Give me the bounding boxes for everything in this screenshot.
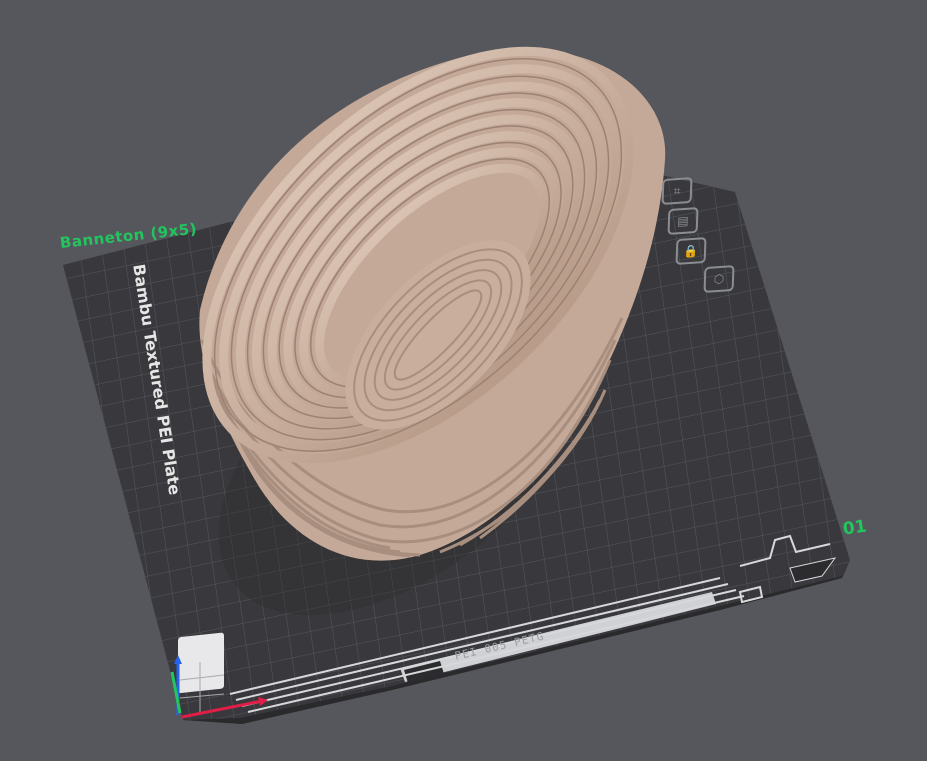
settings-icon[interactable]: ⬡ — [703, 264, 735, 294]
settings-glyph: ⬡ — [713, 271, 725, 287]
arrange-icon[interactable]: ⌗ — [661, 176, 693, 206]
arrange-glyph: ⌗ — [673, 183, 681, 199]
orient-icon[interactable]: ▤ — [667, 206, 699, 236]
orient-glyph: ▤ — [677, 213, 689, 229]
plate-number-label[interactable]: 01 — [842, 516, 868, 539]
lock-glyph: 🔒 — [683, 243, 699, 259]
lock-icon[interactable]: 🔒 — [675, 236, 707, 266]
